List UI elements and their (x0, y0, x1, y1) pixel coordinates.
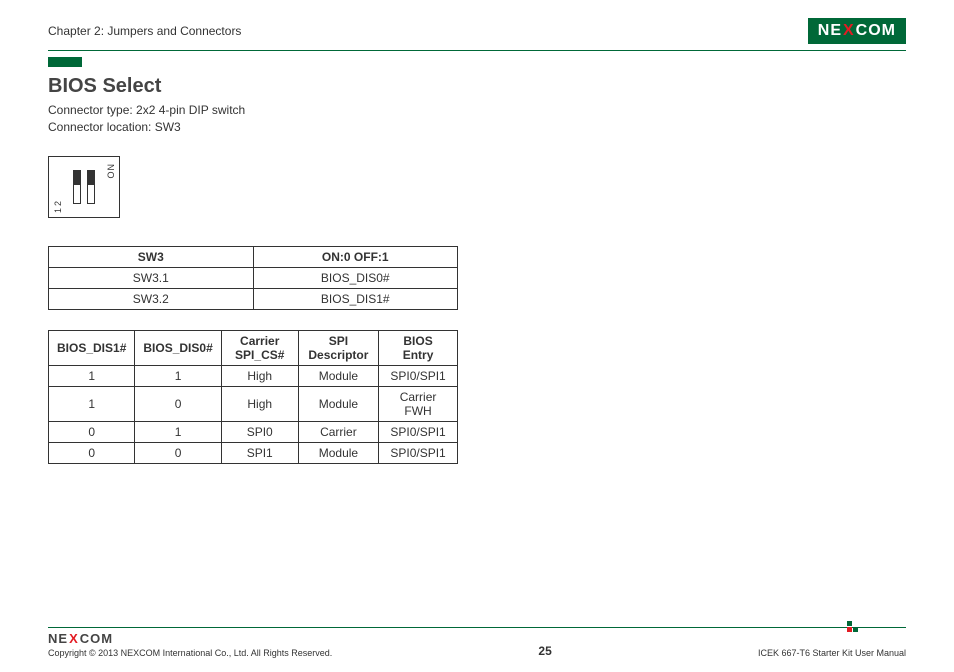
footer-color-blocks-icon (847, 621, 858, 632)
dip-num-2: 2 (53, 201, 63, 206)
footer-divider (48, 627, 906, 628)
cell: SPI0/SPI1 (379, 442, 458, 463)
connector-type: Connector type: 2x2 4-pin DIP switch (48, 102, 906, 119)
header-divider (48, 50, 906, 51)
dip-on-label: ON (106, 163, 116, 179)
table-row: 1 0 High Module Carrier FWH (49, 386, 458, 421)
page-footer: NEXCOM Copyright © 2013 NEXCOM Internati… (0, 627, 954, 658)
cell: High (221, 386, 298, 421)
footer-left: NEXCOM Copyright © 2013 NEXCOM Internati… (48, 631, 332, 658)
cell: BIOS_DIS0# (253, 267, 458, 288)
dip-slot-2 (87, 170, 95, 204)
sw3-table: SW3 ON:0 OFF:1 SW3.1 BIOS_DIS0# SW3.2 BI… (48, 246, 458, 310)
dip-switch-diagram: ON 1 2 (48, 156, 906, 218)
table-row: BIOS_DIS1# BIOS_DIS0# Carrier SPI_CS# SP… (49, 330, 458, 365)
table-row: SW3.1 BIOS_DIS0# (49, 267, 458, 288)
cell: 1 (135, 365, 221, 386)
section-title: BIOS Select (48, 75, 906, 98)
cell: BIOS_DIS1# (253, 288, 458, 309)
cell: Module (298, 365, 378, 386)
logo-text-x: X (69, 631, 79, 646)
table-row: 0 1 SPI0 Carrier SPI0/SPI1 (49, 421, 458, 442)
chapter-title: Chapter 2: Jumpers and Connectors (48, 24, 241, 38)
header-accent-block (48, 57, 82, 67)
logo-text-post: COM (856, 22, 896, 40)
cell: Module (298, 442, 378, 463)
table-row: 0 0 SPI1 Module SPI0/SPI1 (49, 442, 458, 463)
cell: 0 (135, 386, 221, 421)
table-row: SW3 ON:0 OFF:1 (49, 246, 458, 267)
page-header: Chapter 2: Jumpers and Connectors NEXCOM (0, 0, 954, 44)
nexcom-logo-top: NEXCOM (808, 18, 906, 44)
dip-handle-2 (88, 171, 94, 185)
cell: Carrier (298, 421, 378, 442)
dip-slot-1 (73, 170, 81, 204)
cell: 0 (135, 442, 221, 463)
bios-entry-table: BIOS_DIS1# BIOS_DIS0# Carrier SPI_CS# SP… (48, 330, 458, 464)
cell: 0 (49, 442, 135, 463)
copyright-text: Copyright © 2013 NEXCOM International Co… (48, 648, 332, 658)
manual-title: ICEK 667-T6 Starter Kit User Manual (758, 648, 906, 658)
logo-text-x: X (843, 22, 855, 40)
cell: Module (298, 386, 378, 421)
cell: SPI1 (221, 442, 298, 463)
col-header: BIOS Entry (379, 330, 458, 365)
dip-num-1: 1 (53, 208, 63, 213)
dip-number-labels: 1 2 (53, 201, 63, 213)
connector-location: Connector location: SW3 (48, 119, 906, 136)
cell: 1 (49, 365, 135, 386)
col-header: Carrier SPI_CS# (221, 330, 298, 365)
table-row: 1 1 High Module SPI0/SPI1 (49, 365, 458, 386)
page-content: BIOS Select Connector type: 2x2 4-pin DI… (0, 51, 954, 464)
cell: Carrier FWH (379, 386, 458, 421)
cell: High (221, 365, 298, 386)
dip-handle-1 (74, 171, 80, 185)
col-header: SPI Descriptor (298, 330, 378, 365)
col-header: BIOS_DIS0# (135, 330, 221, 365)
cell: SW3.1 (49, 267, 254, 288)
cell: 0 (49, 421, 135, 442)
nexcom-logo-bottom: NEXCOM (48, 631, 113, 646)
cell: SPI0 (221, 421, 298, 442)
table-row: SW3.2 BIOS_DIS1# (49, 288, 458, 309)
logo-text-pre: NE (48, 631, 68, 646)
onoff-header: ON:0 OFF:1 (253, 246, 458, 267)
logo-text-post: COM (80, 631, 113, 646)
cell: SPI0/SPI1 (379, 421, 458, 442)
cell: 1 (49, 386, 135, 421)
sw3-header: SW3 (49, 246, 254, 267)
page-number: 25 (538, 644, 551, 658)
cell: SPI0/SPI1 (379, 365, 458, 386)
cell: 1 (135, 421, 221, 442)
cell: SW3.2 (49, 288, 254, 309)
dip-switch-outline: ON 1 2 (48, 156, 120, 218)
logo-text-pre: NE (818, 22, 842, 40)
col-header: BIOS_DIS1# (49, 330, 135, 365)
